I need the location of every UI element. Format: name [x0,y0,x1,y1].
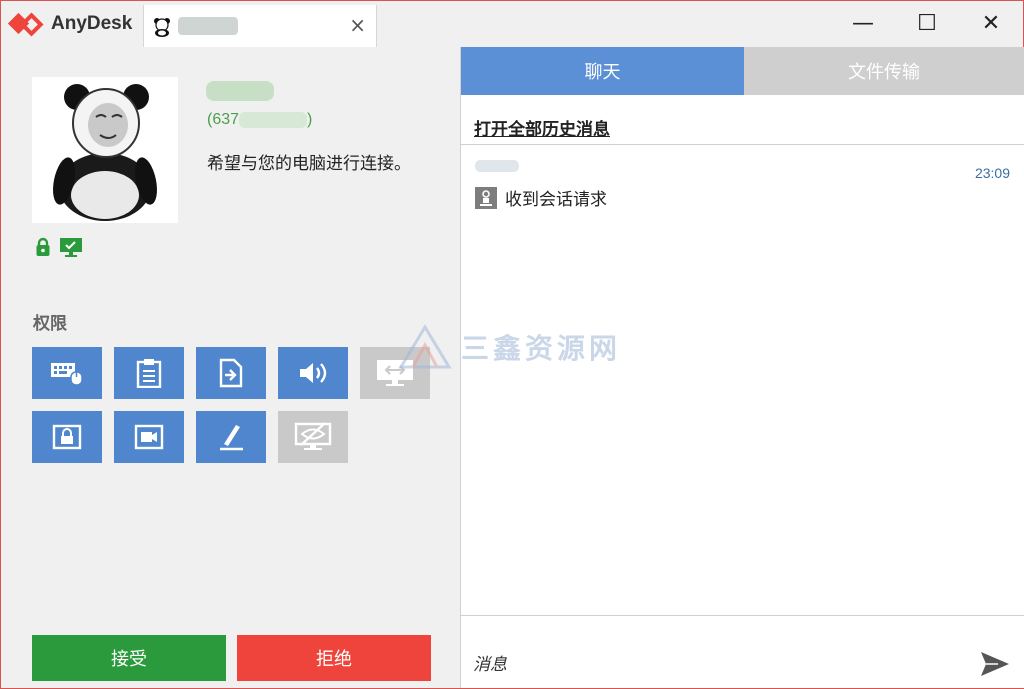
watermark-logo-icon [398,324,452,369]
message-input[interactable] [471,647,955,683]
open-history-link[interactable]: 打开全部历史消息 [474,115,610,140]
pencil-icon [220,425,243,451]
window-close-button[interactable]: ✕ [969,7,1013,41]
video-camera-icon [134,424,164,450]
speaker-icon [300,363,327,383]
title-bar: AnyDesk × — ☐ ✕ [1,1,1023,47]
tab-file-transfer[interactable]: 文件传输 [744,47,1024,95]
chat-message: 收到会话请求 [475,185,607,210]
lock-icon [36,237,50,256]
privacy-mode-permission-button[interactable] [278,411,348,463]
draw-permission-button[interactable] [196,411,266,463]
minimize-button[interactable]: — [841,7,885,41]
keyboard-mouse-icon [51,363,83,386]
anydesk-window: AnyDesk × — ☐ ✕ (637) 希望与您的电脑进行连接。 权限 接… [0,0,1024,689]
app-tab[interactable]: AnyDesk [1,1,141,47]
session-request-icon [475,186,497,209]
user-id-suffix: ) [307,111,313,128]
send-icon[interactable] [978,647,1012,681]
close-icon[interactable]: × [349,13,366,37]
user-name [206,81,274,101]
divider [461,144,1024,145]
sound-permission-button[interactable] [278,347,348,399]
session-tab[interactable]: × [143,5,377,47]
connection-request-message: 希望与您的电脑进行连接。 [207,154,411,174]
avatar [32,77,178,223]
record-session-permission-button[interactable] [114,411,184,463]
tab-chat[interactable]: 聊天 [461,47,744,95]
file-transfer-icon [219,358,243,388]
lock-screen-icon [52,424,82,450]
lock-screen-permission-button[interactable] [32,411,102,463]
monitor-check-icon [60,238,82,257]
session-tab-label [178,17,238,35]
watermark: 三鑫资源网 [397,323,621,371]
message-time: 23:09 [974,165,1010,181]
keyboard-mouse-permission-button[interactable] [32,347,102,399]
reject-button[interactable]: 拒绝 [237,635,431,681]
anydesk-logo-icon [7,12,44,37]
privacy-monitor-icon [294,422,332,450]
user-id-prefix: (637 [207,111,240,128]
watermark-text: 三鑫资源网 [461,332,622,365]
app-name: AnyDesk [51,13,133,34]
request-panel: (637) 希望与您的电脑进行连接。 权限 接受 拒绝 [1,47,459,688]
accept-button[interactable]: 接受 [32,635,226,681]
panda-avatar-icon [154,18,170,37]
clipboard-permission-button[interactable] [114,347,184,399]
status-icons [35,237,83,257]
user-id: (637) [207,111,312,129]
maximize-button[interactable]: ☐ [905,7,949,41]
message-text: 收到会话请求 [505,190,607,210]
permissions-label: 权限 [33,314,67,334]
file-manager-permission-button[interactable] [196,347,266,399]
divider [461,615,1024,616]
message-sender [475,160,519,172]
user-id-mask [239,111,308,128]
clipboard-icon [136,359,162,388]
